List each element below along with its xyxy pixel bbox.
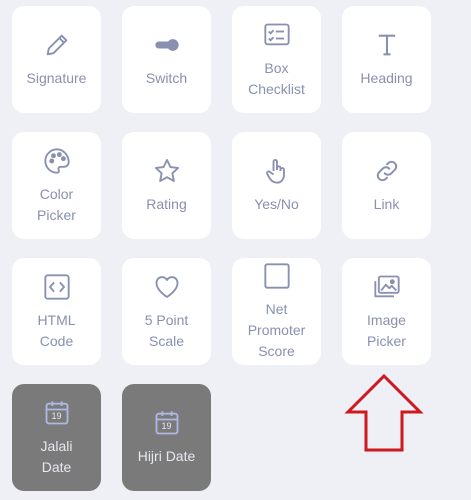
calendar-day: 19 — [161, 421, 172, 431]
hijri-date-tile[interactable]: 19 Hijri Date — [122, 384, 211, 491]
five-point-scale-tile[interactable]: 5 Point Scale — [122, 258, 211, 365]
square-icon — [262, 261, 292, 291]
box-checklist-tile[interactable]: Box Checklist — [232, 6, 321, 113]
tile-label: Rating — [146, 196, 187, 212]
heading-icon — [372, 30, 402, 60]
tile-label: Jalali Date — [40, 437, 73, 475]
star-icon — [152, 156, 182, 186]
rating-tile[interactable]: Rating — [122, 132, 211, 239]
signature-tile[interactable]: Signature — [12, 6, 101, 113]
color-picker-tile[interactable]: Color Picker — [12, 132, 101, 239]
heart-icon — [152, 272, 182, 302]
heading-tile[interactable]: Heading — [342, 6, 431, 113]
pointer-hand-icon — [262, 156, 292, 186]
code-icon — [42, 272, 72, 302]
tile-label: Net Promoter Score — [247, 301, 306, 359]
palette-icon — [42, 146, 72, 176]
link-tile[interactable]: Link — [342, 132, 431, 239]
html-code-tile[interactable]: HTML Code — [12, 258, 101, 365]
switch-tile[interactable]: Switch — [122, 6, 211, 113]
field-palette: Signature Switch Box Checklist Heading C… — [0, 0, 471, 500]
calendar-day: 19 — [51, 410, 62, 421]
tile-label: Heading — [360, 70, 413, 86]
link-icon — [372, 156, 402, 186]
tile-label: Hijri Date — [137, 448, 196, 464]
up-arrow-annotation — [344, 373, 424, 452]
toggle-icon — [152, 30, 182, 60]
tile-label: Signature — [26, 70, 87, 86]
net-promoter-score-tile[interactable]: Net Promoter Score — [232, 258, 321, 365]
tile-label: Yes/No — [254, 196, 299, 212]
images-icon — [372, 272, 402, 302]
image-picker-tile[interactable]: Image Picker — [342, 258, 431, 365]
tile-label: Color Picker — [37, 185, 76, 223]
tile-label: Box Checklist — [248, 59, 305, 97]
pen-icon — [42, 30, 72, 60]
tile-label: Link — [373, 196, 400, 212]
checklist-icon — [262, 20, 292, 50]
calendar-icon: 19 — [42, 398, 72, 428]
tile-label: Image Picker — [367, 311, 406, 349]
tile-label: Switch — [145, 70, 188, 86]
yes-no-tile[interactable]: Yes/No — [232, 132, 321, 239]
tile-label: 5 Point Scale — [144, 311, 189, 349]
tile-label: HTML Code — [37, 311, 76, 349]
jalali-date-tile[interactable]: 19 Jalali Date — [12, 384, 101, 491]
calendar-icon: 19 — [152, 408, 182, 438]
